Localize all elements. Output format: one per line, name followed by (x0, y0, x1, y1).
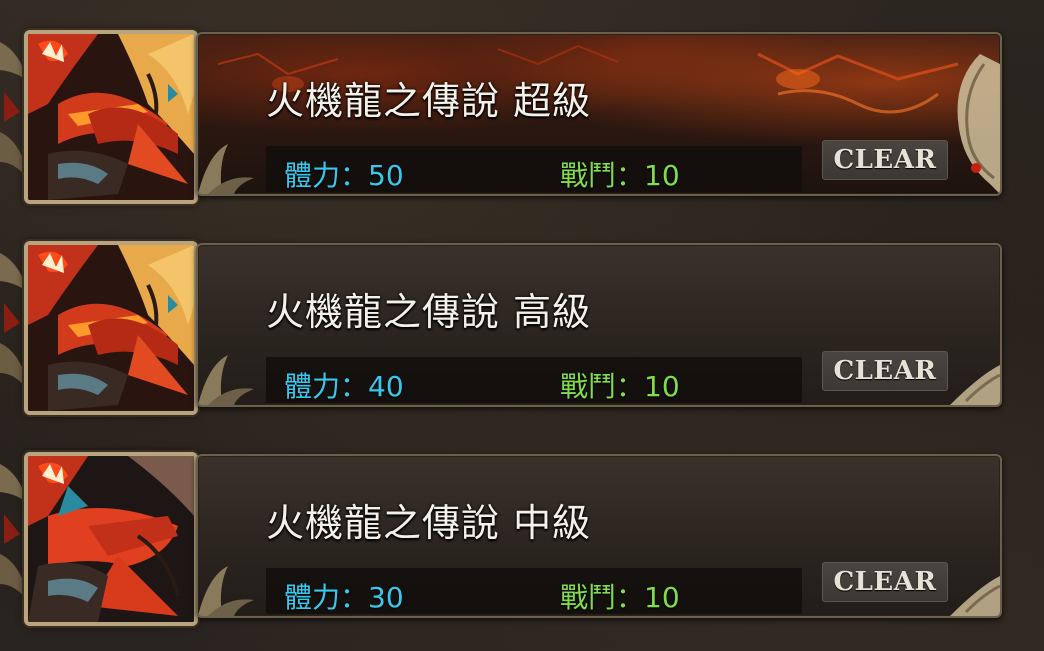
stage-row[interactable]: 火機龍之傳說 高級 體力：40 戰鬥：10 CLEAR (0, 233, 1044, 415)
stage-card[interactable]: 火機龍之傳說 高級 體力：40 戰鬥：10 CLEAR (196, 243, 1002, 407)
stage-card[interactable]: 火機龍之傳說 超級 體力：50 戰鬥：10 CLEAR (196, 32, 1002, 196)
fire-dragon-icon (24, 30, 198, 204)
stage-row[interactable]: 火機龍之傳說 中級 體力：30 戰鬥：10 CLEAR (0, 444, 1044, 626)
battle-count: 戰鬥：10 (560, 159, 680, 192)
claw-decoration-icon (198, 566, 254, 616)
stage-title: 火機龍之傳說 超級 (266, 79, 592, 123)
battle-count: 戰鬥：10 (560, 370, 680, 403)
stage-row[interactable]: 火機龍之傳說 超級 體力：50 戰鬥：10 CLEAR (0, 22, 1044, 204)
clear-badge: CLEAR (822, 351, 948, 391)
stage-title: 火機龍之傳說 高級 (266, 290, 592, 334)
stats-bar: 體力：50 戰鬥：10 (266, 146, 802, 192)
stats-bar: 體力：30 戰鬥：10 (266, 568, 802, 614)
fire-dragon-icon (24, 452, 198, 626)
stage-card[interactable]: 火機龍之傳說 中級 體力：30 戰鬥：10 CLEAR (196, 454, 1002, 618)
stage-title: 火機龍之傳說 中級 (266, 501, 592, 545)
stage-list: 火機龍之傳說 超級 體力：50 戰鬥：10 CLEAR 火機龍之傳說 高級 體力… (0, 0, 1044, 651)
stamina-cost: 體力：40 (284, 370, 404, 403)
claw-decoration-icon (198, 144, 254, 194)
fire-dragon-icon (24, 241, 198, 415)
clear-badge: CLEAR (822, 562, 948, 602)
stamina-cost: 體力：50 (284, 159, 404, 192)
stamina-cost: 體力：30 (284, 581, 404, 614)
battle-count: 戰鬥：10 (560, 581, 680, 614)
clear-badge: CLEAR (822, 140, 948, 180)
stats-bar: 體力：40 戰鬥：10 (266, 357, 802, 403)
claw-decoration-icon (198, 355, 254, 405)
